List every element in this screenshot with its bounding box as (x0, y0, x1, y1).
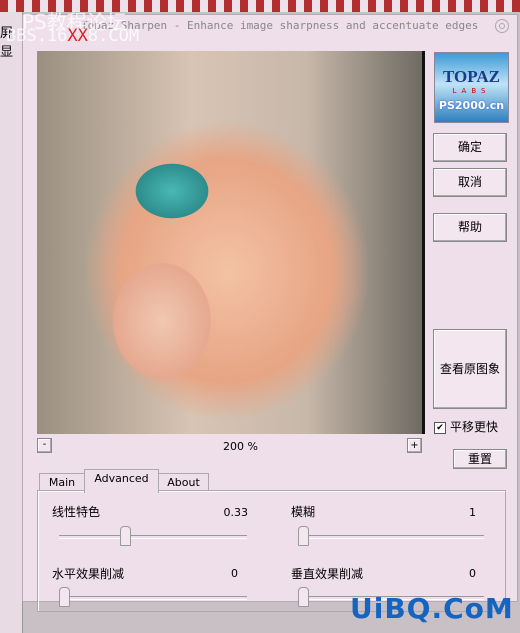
background-window: 屏显 (0, 12, 23, 633)
watermark-part: BBS.16 (6, 26, 68, 46)
blur-slider[interactable] (298, 526, 484, 546)
zoom-in-button[interactable]: + (407, 438, 422, 453)
logo-brand: TOPAZ (443, 67, 500, 86)
ok-button[interactable]: 确定 (433, 133, 507, 162)
reset-button[interactable]: 重置 (453, 449, 507, 469)
watermark-part: XX (67, 26, 88, 46)
slider-value: 0 (231, 567, 238, 580)
window-title: Topaz Sharpen - Enhance image sharpness … (81, 19, 479, 32)
slider-value: 1 (469, 506, 476, 519)
slider-label: 垂直效果削减 (291, 567, 364, 581)
view-original-button[interactable]: 查看原图象 (433, 329, 507, 409)
watermark-bbs: BBS.16XX8.COM (6, 26, 139, 46)
slider-thumb[interactable] (119, 526, 131, 546)
slider-label: 水平效果削减 (52, 567, 125, 581)
help-button[interactable]: 帮助 (433, 213, 507, 242)
pan-faster-label: 平移更快 (450, 420, 499, 434)
slider-label: 模糊 (291, 505, 316, 519)
linear-feature-slider[interactable] (59, 526, 247, 546)
watermark-uibq: UiBQ.CoM (350, 592, 514, 625)
topaz-sharpen-dialog: Topaz Sharpen - Enhance image sharpness … (22, 14, 518, 612)
slider-thumb[interactable] (298, 587, 309, 607)
horizontal-reduction-slider[interactable] (59, 587, 247, 607)
slider-thumb[interactable] (298, 526, 309, 546)
slider-value: 0 (469, 567, 476, 580)
cancel-button[interactable]: 取消 (433, 168, 507, 197)
zoom-out-button[interactable]: - (37, 438, 52, 453)
pan-faster-checkbox[interactable]: ✔ 平移更快 (434, 418, 498, 435)
zoom-level: 200 % (223, 440, 258, 453)
watermark-part: 8.COM (87, 26, 140, 46)
close-icon[interactable] (495, 19, 509, 33)
slider-value: 0.33 (223, 506, 249, 519)
tab-advanced[interactable]: Advanced (84, 469, 159, 493)
slider-thumb[interactable] (59, 587, 70, 607)
topaz-logo: TOPAZ LABS PS2000.cn (434, 52, 509, 123)
slider-label: 线性特色 (52, 505, 101, 519)
image-preview[interactable] (37, 51, 425, 434)
logo-sub: LABS (452, 87, 491, 95)
check-icon: ✔ (434, 421, 446, 434)
logo-site: PS2000.cn (438, 99, 505, 112)
